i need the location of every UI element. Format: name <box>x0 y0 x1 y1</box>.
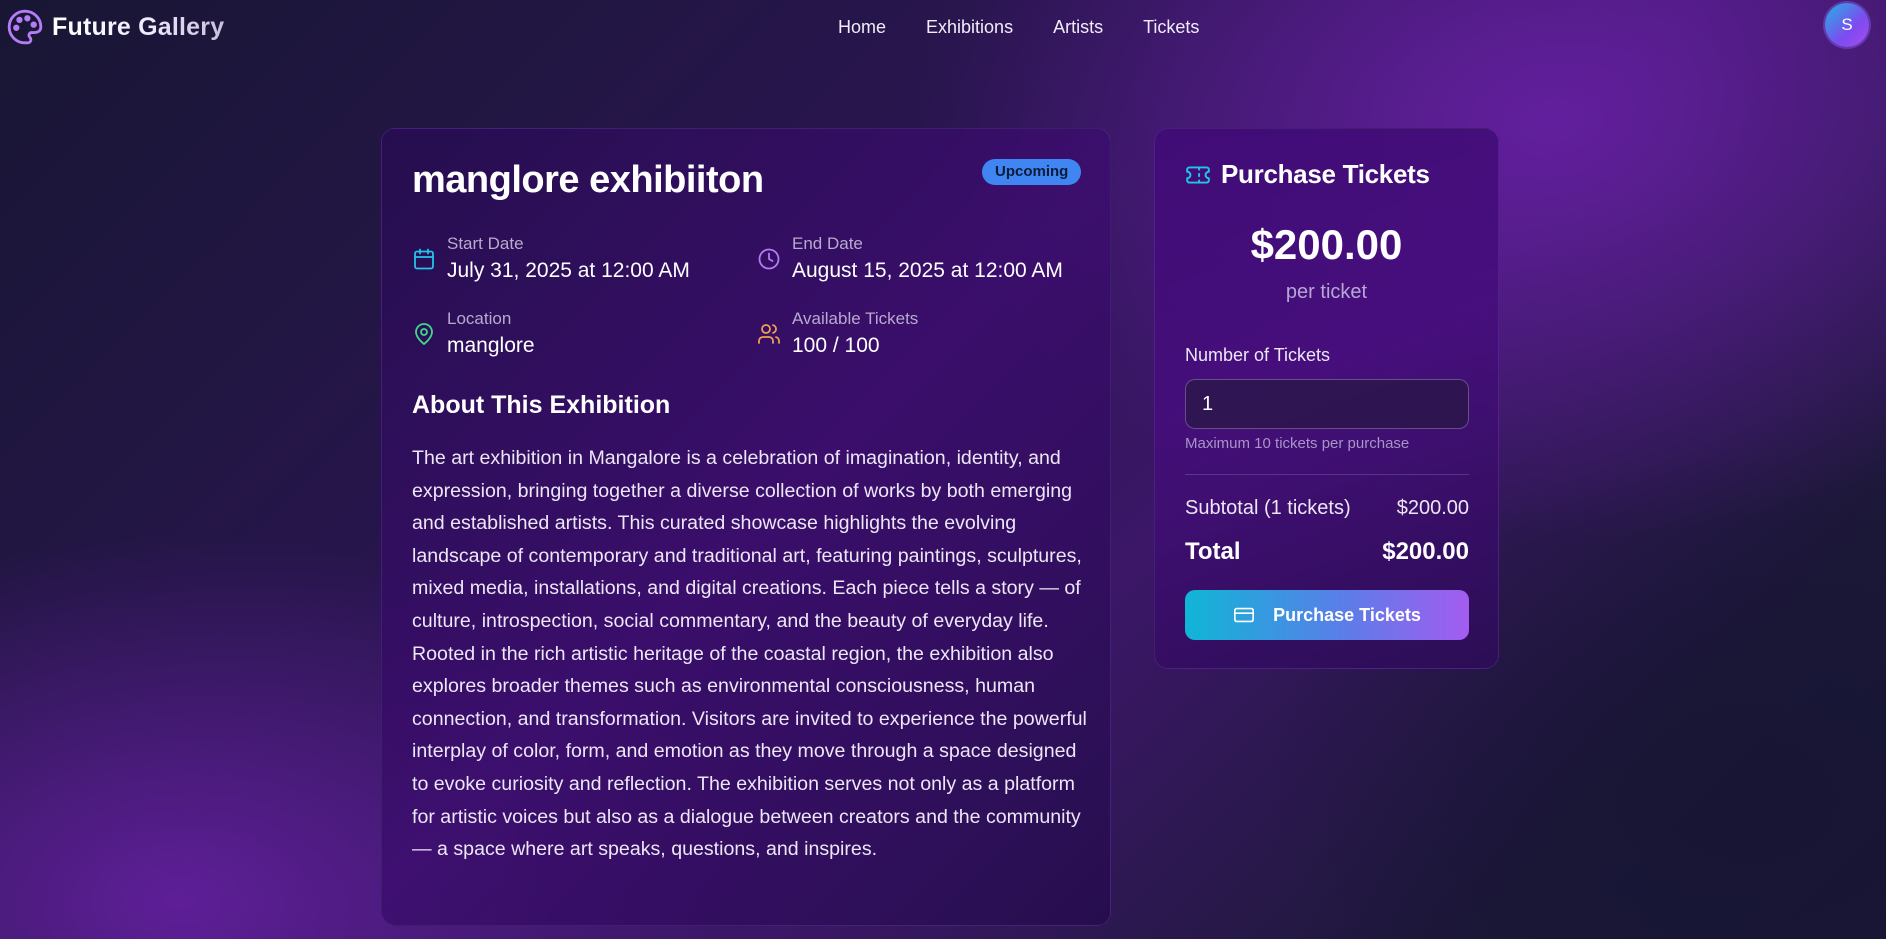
nav-link-tickets[interactable]: Tickets <box>1143 17 1199 38</box>
ticket-icon <box>1186 165 1210 184</box>
tickets-value: 100 / 100 <box>792 334 880 357</box>
total-value: $200.00 <box>1382 538 1469 565</box>
start-date-value: July 31, 2025 at 12:00 AM <box>447 259 690 282</box>
purchase-button-label: Purchase Tickets <box>1273 604 1421 625</box>
palette-icon <box>7 9 43 45</box>
total-label: Total <box>1185 538 1241 565</box>
clock-icon <box>758 248 780 270</box>
end-date-value: August 15, 2025 at 12:00 AM <box>792 259 1063 282</box>
subtotal-label: Subtotal (1 tickets) <box>1185 497 1351 519</box>
purchase-header: Purchase Tickets <box>1185 159 1430 190</box>
exhibition-title: manglore exhibiiton <box>412 159 764 201</box>
end-date-label: End Date <box>792 234 863 253</box>
start-date-info: Start Date July 31, 2025 at 12:00 AM <box>412 233 690 285</box>
subtotal-row: Subtotal (1 tickets) $200.00 <box>1185 497 1469 520</box>
location-label: Location <box>447 309 512 328</box>
location-value: manglore <box>447 334 535 357</box>
ticket-count-label: Number of Tickets <box>1185 345 1331 365</box>
exhibition-card: manglore exhibiiton Upcoming Start Date … <box>381 128 1111 926</box>
about-heading: About This Exhibition <box>412 391 671 419</box>
location-info: Location manglore <box>412 308 535 360</box>
ticket-limit-hint: Maximum 10 tickets per purchase <box>1185 435 1410 452</box>
ticket-price: $200.00 <box>1250 221 1403 268</box>
brand-name: Future Gallery <box>52 12 225 41</box>
users-icon <box>758 324 780 344</box>
top-nav: Future Gallery Home Exhibitions Artists … <box>0 0 1886 56</box>
total-row: Total $200.00 <box>1185 538 1469 566</box>
tickets-info: Available Tickets 100 / 100 <box>757 308 918 360</box>
start-date-label: Start Date <box>447 234 524 253</box>
ticket-count-input[interactable] <box>1185 379 1469 429</box>
tickets-label: Available Tickets <box>792 309 919 328</box>
end-date-info: End Date August 15, 2025 at 12:00 AM <box>757 233 1063 285</box>
purchase-button[interactable]: Purchase Tickets <box>1185 590 1469 640</box>
nav-link-artists[interactable]: Artists <box>1053 17 1103 38</box>
purchase-card: Purchase Tickets $200.00 per ticket Numb… <box>1154 128 1499 669</box>
map-pin-icon <box>415 323 433 345</box>
subtotal-value: $200.00 <box>1396 497 1469 519</box>
purchase-title: Purchase Tickets <box>1221 159 1430 189</box>
user-avatar[interactable]: S <box>1825 3 1869 47</box>
calendar-icon <box>414 248 434 270</box>
credit-card-icon <box>1234 607 1255 623</box>
per-ticket-label: per ticket <box>1285 281 1368 303</box>
divider <box>1185 474 1469 475</box>
nav-links: Home Exhibitions Artists Tickets <box>838 17 1239 38</box>
brand[interactable]: Future Gallery <box>6 8 224 46</box>
about-text: The art exhibition in Mangalore is a cel… <box>412 447 1087 861</box>
nav-link-home[interactable]: Home <box>838 17 886 38</box>
status-badge: Upcoming <box>982 159 1082 185</box>
nav-link-exhibitions[interactable]: Exhibitions <box>926 17 1013 38</box>
